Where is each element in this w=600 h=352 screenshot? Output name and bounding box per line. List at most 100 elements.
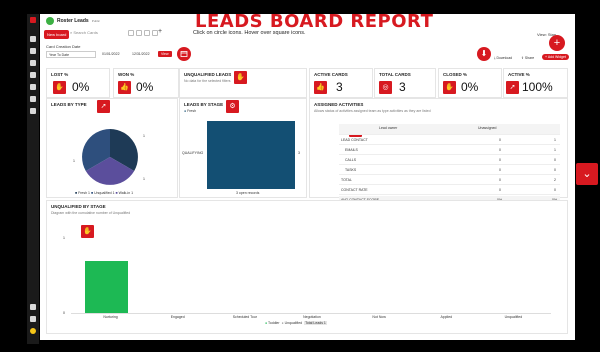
contacts-icon[interactable]	[30, 72, 36, 78]
row-owner-value: 0	[499, 158, 501, 162]
x-axis-line	[71, 313, 551, 314]
search-input[interactable]: ⌕ Search Cards	[70, 30, 98, 35]
closed-title: CLOSED %	[443, 72, 468, 77]
target-icon[interactable]: ◎	[379, 81, 392, 94]
toolbar-icons	[128, 30, 158, 36]
row-label: TOTAL	[341, 178, 352, 182]
unq-bar	[85, 261, 129, 313]
table-row: CALLS 0 0	[339, 156, 560, 165]
stage-category: QUALIFYING	[182, 151, 204, 155]
app-frame: Roster Leads Public New board ⌕ Search C…	[0, 0, 600, 352]
end-date-field[interactable]: 12/31/2022	[132, 52, 150, 56]
pie-label-1: 1	[143, 134, 145, 138]
add-widget-button[interactable]: + Add Widget	[542, 54, 569, 60]
add-board-icon[interactable]: +	[158, 28, 162, 35]
start-date-field[interactable]: 01/01/2022	[102, 52, 120, 56]
add-circle-button[interactable]: +	[549, 35, 565, 51]
row-unassigned-value: 0	[554, 188, 556, 192]
row-owner-value: 0	[499, 168, 501, 172]
active-value: 3	[336, 80, 343, 94]
layout-icon[interactable]	[128, 30, 134, 36]
boards-icon[interactable]	[30, 48, 36, 54]
row-label: LEAD CONTACT	[341, 138, 368, 142]
calendar-icon[interactable]	[30, 84, 36, 90]
active-pct-value: 100%	[522, 80, 553, 94]
view-button[interactable]: View	[158, 51, 172, 57]
grid-icon[interactable]	[144, 30, 150, 36]
share-button[interactable]: ⇪ Share	[521, 56, 534, 60]
reports-icon[interactable]	[30, 96, 36, 102]
table-header: Lead owner Unassigned	[339, 124, 560, 135]
pie-label-2: 1	[73, 159, 75, 163]
row-label: TASKS	[345, 168, 357, 172]
unq-category-label: Applied	[440, 315, 453, 319]
thumbs-down-square-icon[interactable]: ✋	[234, 71, 247, 84]
row-unassigned-value: 1	[554, 148, 556, 152]
unq-stage-title: UNQUALIFIED BY STAGE	[51, 204, 106, 209]
home-icon[interactable]	[30, 36, 36, 42]
unq-category-label: Nurturing	[103, 315, 118, 319]
cards-icon[interactable]	[30, 60, 36, 66]
pie-legend: ■ Fresh 1 ■ Unqualified 1 ■ Walk-in 1	[75, 191, 134, 195]
total-title: TOTAL CARDS	[379, 72, 411, 77]
table-row: TASKS 0 0	[339, 166, 560, 175]
table-row: CONTACT RATE 0 0	[339, 186, 560, 195]
stage-xlabel: 3 open records	[236, 191, 260, 195]
unqualified-subtitle: No data for the selected filters	[184, 79, 231, 83]
download-label: Download	[496, 56, 513, 60]
unqualified-title: UNQUALIFIED LEADS	[184, 72, 232, 77]
activities-title: ASSIGNED ACTIVITIES	[314, 102, 364, 107]
won-title: WON %	[118, 72, 135, 77]
active-title: ACTIVE CARDS	[314, 72, 348, 77]
unq-category-label: Scheduled Tour	[232, 315, 257, 319]
y-tick-bottom: 0	[63, 311, 65, 315]
unq-category-label: Engaged	[170, 315, 185, 319]
calendar-circle-icon[interactable]	[177, 47, 191, 61]
download-circle-icon[interactable]: ⬇	[477, 47, 491, 61]
thumbs-down-icon[interactable]: ✋	[53, 81, 66, 94]
settings-icon[interactable]	[30, 108, 36, 114]
unqualified-by-stage-card: UNQUALIFIED BY STAGE Diagram with the cu…	[46, 200, 568, 334]
header-unassigned: Unassigned	[478, 126, 497, 130]
thumbs-up-active-icon[interactable]: 👍	[314, 81, 327, 94]
download-button[interactable]: ⤓ Download	[494, 56, 512, 60]
active-card: ACTIVE CARDS 👍 3	[309, 68, 373, 98]
stage-title: LEADS BY STAGE	[184, 102, 224, 107]
brand: Roster Leads Public	[46, 17, 100, 25]
handshake-icon[interactable]: ✋	[443, 81, 456, 94]
legend-unqualified-stage: Unqualified	[284, 321, 303, 325]
won-card: WON % 👍 0%	[113, 68, 179, 98]
brand-logo-icon	[46, 17, 54, 25]
lightbulb-icon[interactable]	[30, 328, 36, 334]
left-rail	[27, 14, 39, 344]
gear-square-icon[interactable]: ⚙	[226, 100, 239, 113]
help-icon[interactable]	[30, 316, 36, 322]
active-pct-title: ACTIVE %	[508, 72, 530, 77]
list-icon[interactable]	[136, 30, 142, 36]
thumbs-down-stage-icon[interactable]: ✋	[81, 225, 94, 238]
unq-category-label: Unqualified	[504, 315, 523, 319]
cursor-icon[interactable]: ➚	[506, 81, 519, 94]
table-row: EMAILS 0 1	[339, 146, 560, 155]
logout-icon[interactable]	[30, 304, 36, 310]
unq-category-label: Not Now	[372, 315, 386, 319]
row-label: EMAILS	[345, 148, 358, 152]
unq-legend: ● Toddler ● Unqualified Total Leads 1	[265, 321, 327, 325]
thumbs-up-icon[interactable]: 👍	[118, 81, 131, 94]
row-unassigned-value: 1	[554, 138, 556, 142]
stage-bar	[207, 121, 295, 189]
date-range-select[interactable]: Year To Date	[46, 51, 96, 58]
unq-stage-subtitle: Diagram with the cumulative number of Un…	[51, 211, 131, 215]
legend-total-leads: Total Leads 1	[304, 321, 327, 325]
y-tick-top: 1	[63, 236, 65, 240]
row-label: CALLS	[345, 158, 357, 162]
stage-legend-fresh: Fresh	[187, 109, 197, 113]
legend-walkin: Walk-in 1	[118, 191, 134, 195]
header-owner: Lead owner	[379, 126, 398, 130]
unqualified-card: UNQUALIFIED LEADS No data for the select…	[179, 68, 307, 98]
app-logo-icon[interactable]	[30, 17, 36, 23]
cursor-square-icon[interactable]: ➚	[97, 100, 110, 113]
chevron-down-button[interactable]: ⌄	[576, 163, 598, 185]
new-board-button[interactable]: New board	[44, 30, 70, 39]
row-owner-value: 0	[499, 148, 501, 152]
